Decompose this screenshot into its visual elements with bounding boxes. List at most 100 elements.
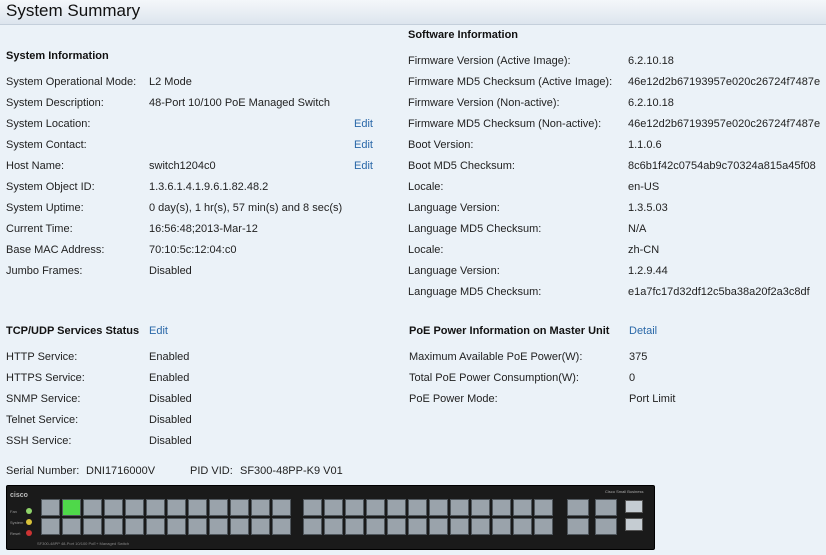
row-label: Maximum Available PoE Power(W): xyxy=(409,351,583,363)
ethernet-port xyxy=(104,499,123,516)
ethernet-port xyxy=(429,518,448,535)
ethernet-port xyxy=(408,518,427,535)
row-label: System Description: xyxy=(6,97,104,109)
page-title: System Summary xyxy=(6,1,141,20)
row-value: 0 day(s), 1 hr(s), 57 min(s) and 8 sec(s… xyxy=(149,202,343,214)
row-label: SNMP Service: xyxy=(6,393,81,405)
uplink-port xyxy=(567,518,589,535)
row-label: Language Version: xyxy=(408,265,500,277)
uplink-port xyxy=(595,499,617,516)
row-value: 8c6b1f42c0754ab9c70324a815a45f08 xyxy=(628,160,816,172)
ethernet-port xyxy=(471,499,490,516)
tcp-udp-edit-link[interactable]: Edit xyxy=(149,325,168,337)
sfp-slot xyxy=(625,500,643,513)
ethernet-port xyxy=(209,499,228,516)
row-value: 375 xyxy=(629,351,648,363)
status-led xyxy=(26,508,32,514)
row-label: Boot Version: xyxy=(408,139,474,151)
ethernet-port xyxy=(188,518,207,535)
ethernet-port xyxy=(513,518,532,535)
ethernet-port xyxy=(251,518,270,535)
row-label: Host Name: xyxy=(6,160,65,172)
edit-link[interactable]: Edit xyxy=(354,139,373,151)
row-label: System Object ID: xyxy=(6,181,95,193)
row-value: Disabled xyxy=(149,393,192,405)
row-value: 1.2.9.44 xyxy=(628,265,668,277)
row-label: Language MD5 Checksum: xyxy=(408,286,542,298)
ethernet-port xyxy=(146,499,165,516)
ethernet-port xyxy=(387,499,406,516)
ethernet-port xyxy=(83,499,102,516)
edit-link[interactable]: Edit xyxy=(354,160,373,172)
row-value: L2 Mode xyxy=(149,76,192,88)
ethernet-port xyxy=(167,518,186,535)
row-value: 1.3.6.1.4.1.9.6.1.82.48.2 xyxy=(149,181,269,193)
ethernet-port xyxy=(125,518,144,535)
row-value: en-US xyxy=(628,181,660,193)
row-value: Enabled xyxy=(149,351,190,363)
ethernet-port xyxy=(429,499,448,516)
status-led xyxy=(26,519,32,525)
ethernet-port xyxy=(513,499,532,516)
ethernet-port xyxy=(534,518,553,535)
ethernet-port xyxy=(471,518,490,535)
ethernet-port xyxy=(303,499,322,516)
brand-text: Cisco Small Business xyxy=(605,489,644,494)
ethernet-port xyxy=(366,518,385,535)
poe-title: PoE Power Information on Master Unit xyxy=(409,325,610,337)
led-label: System xyxy=(10,520,24,525)
ethernet-port xyxy=(450,518,469,535)
row-label: Locale: xyxy=(408,244,444,256)
cisco-logo: cisco xyxy=(10,492,28,499)
row-value: Enabled xyxy=(149,372,190,384)
row-label: System Operational Mode: xyxy=(6,76,137,88)
uplink-port xyxy=(567,499,589,516)
switch-front-panel-image: cisco Cisco Small Business SF300-48PP 48… xyxy=(6,485,655,550)
serial-number-value: DNI1716000V xyxy=(86,465,156,477)
row-label: System Location: xyxy=(6,118,91,130)
row-value: 46e12d2b67193957e020c26724f7487e xyxy=(628,118,821,130)
title-bar: System Summary xyxy=(0,0,826,25)
ethernet-port xyxy=(146,518,165,535)
row-value: 0 xyxy=(629,372,636,384)
edit-link[interactable]: Edit xyxy=(354,118,373,130)
row-value: Port Limit xyxy=(629,393,676,405)
row-label: Language Version: xyxy=(408,202,500,214)
poe-detail-link[interactable]: Detail xyxy=(629,325,657,337)
ethernet-port xyxy=(324,499,343,516)
row-label: Language MD5 Checksum: xyxy=(408,223,542,235)
ethernet-port xyxy=(104,518,123,535)
ethernet-port xyxy=(345,518,364,535)
ethernet-port xyxy=(492,499,511,516)
ethernet-port xyxy=(230,518,249,535)
ethernet-port xyxy=(387,518,406,535)
ethernet-port xyxy=(366,499,385,516)
row-value: 70:10:5c:12:04:c0 xyxy=(149,244,237,256)
software-information-title: Software Information xyxy=(408,29,519,41)
ethernet-port xyxy=(41,499,60,516)
pid-vid-value: SF300-48PP-K9 V01 xyxy=(240,465,343,477)
row-value: N/A xyxy=(628,223,647,235)
tcp-udp-title: TCP/UDP Services Status xyxy=(6,325,140,337)
pid-vid-label: PID VID: xyxy=(190,465,233,477)
row-label: PoE Power Mode: xyxy=(409,393,498,405)
row-value: e1a7fc17d32df12c5ba38a20f2a3c8df xyxy=(628,286,810,298)
led-label: Reset xyxy=(10,531,21,536)
row-label: Jumbo Frames: xyxy=(6,265,83,277)
row-label: Firmware MD5 Checksum (Non-active): xyxy=(408,118,602,130)
row-value: 6.2.10.18 xyxy=(628,97,674,109)
model-text: SF300-48PP 48-Port 10/100 PoE+ Managed S… xyxy=(37,541,130,546)
ethernet-port xyxy=(324,518,343,535)
row-label: Boot MD5 Checksum: xyxy=(408,160,515,172)
row-label: Base MAC Address: xyxy=(6,244,105,256)
row-value: Disabled xyxy=(149,414,192,426)
row-value: 6.2.10.18 xyxy=(628,55,674,67)
row-value: 1.1.0.6 xyxy=(628,139,662,151)
row-label: HTTP Service: xyxy=(6,351,78,363)
ethernet-port xyxy=(345,499,364,516)
row-value: 46e12d2b67193957e020c26724f7487e xyxy=(628,76,821,88)
sfp-slot xyxy=(625,518,643,531)
row-value: switch1204c0 xyxy=(149,160,216,172)
ethernet-port xyxy=(167,499,186,516)
serial-number-label: Serial Number: xyxy=(6,465,80,477)
